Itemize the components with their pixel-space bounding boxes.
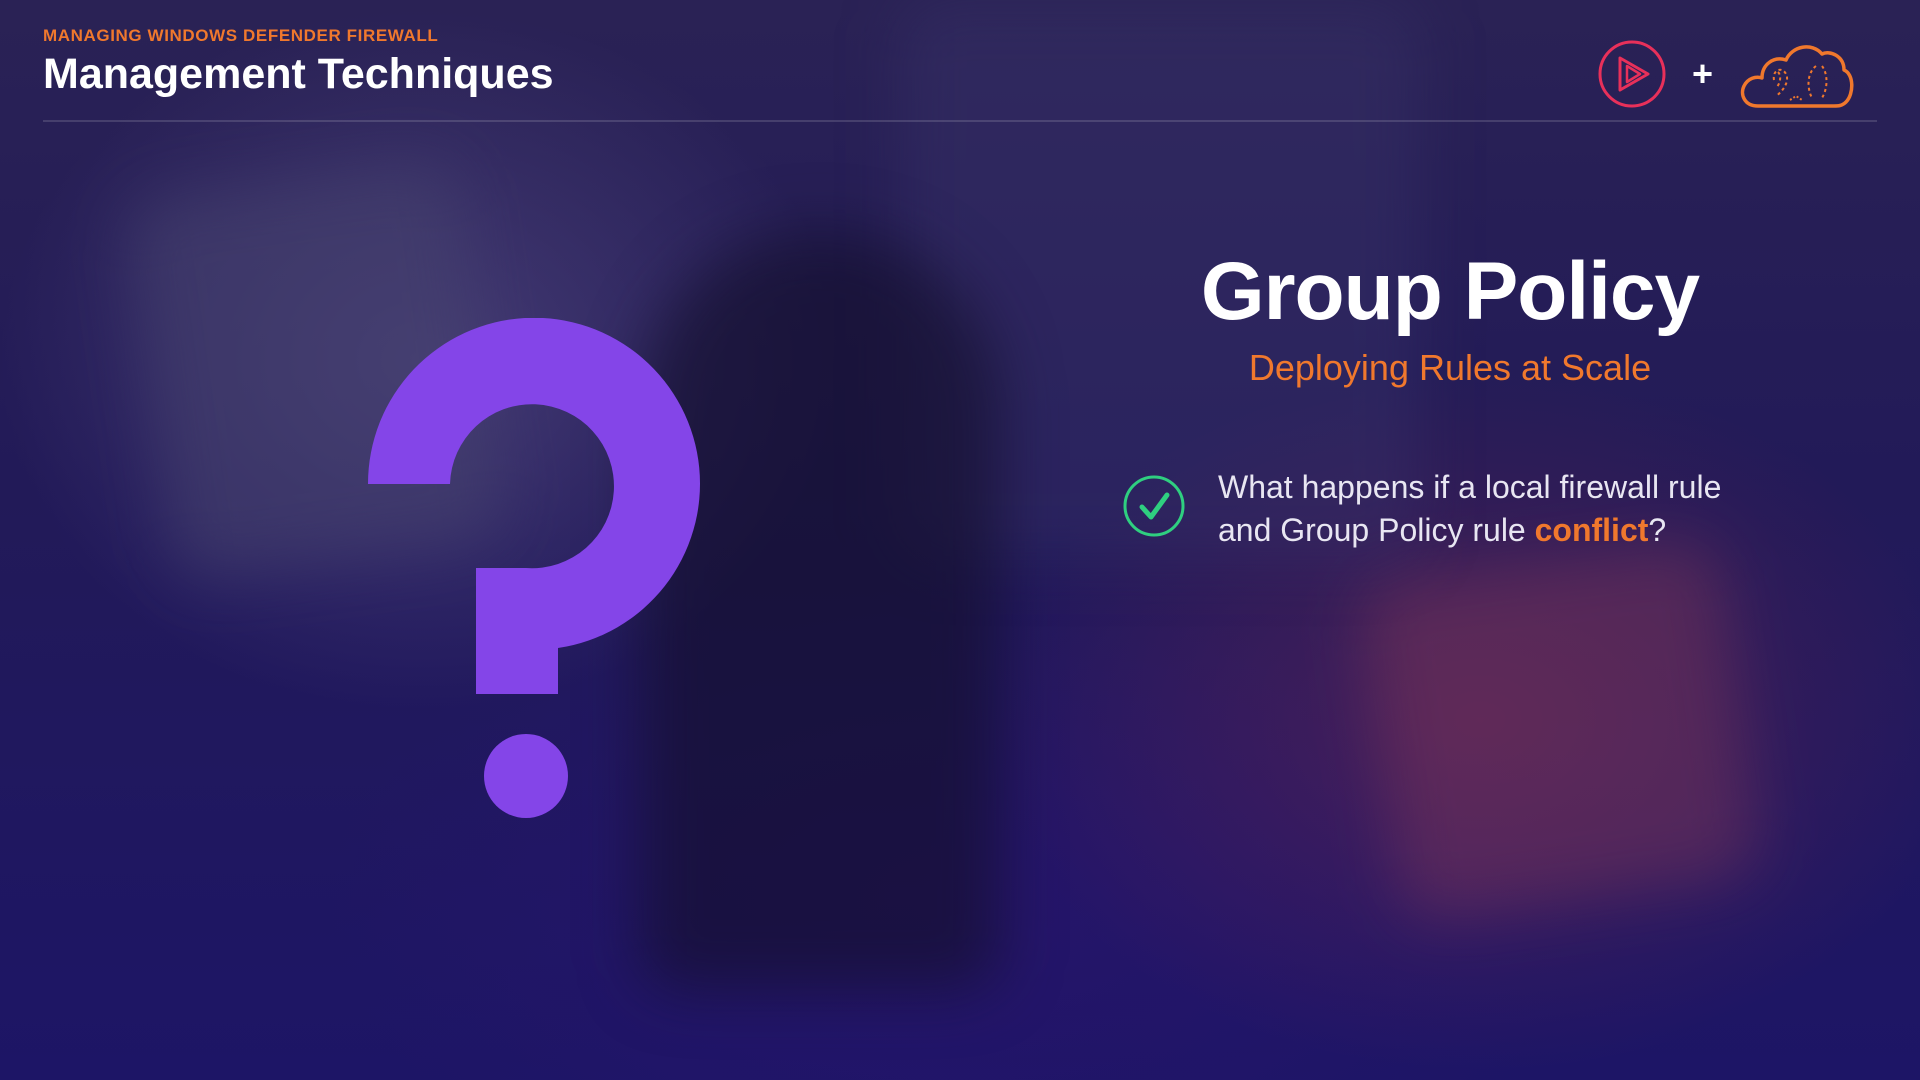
course-eyebrow: MANAGING WINDOWS DEFENDER FIREWALL bbox=[43, 26, 439, 45]
section-title: Group Policy bbox=[1200, 246, 1700, 337]
header-divider bbox=[43, 120, 1877, 122]
slide-canvas: MANAGING WINDOWS DEFENDER FIREWALL Manag… bbox=[0, 0, 1920, 1080]
cloud-logo-icon bbox=[1740, 45, 1854, 108]
play-logo-icon bbox=[1598, 40, 1666, 108]
bullet-text-after: ? bbox=[1648, 512, 1667, 548]
logo-plus-sign: + bbox=[1692, 53, 1714, 94]
bullet-text: What happens if a local firewall rule and… bbox=[1218, 466, 1818, 552]
bullet-emphasis: conflict bbox=[1534, 512, 1649, 548]
bullet-text-line-1: What happens if a local firewall rule bbox=[1218, 469, 1722, 505]
slide-header: MANAGING WINDOWS DEFENDER FIREWALL Manag… bbox=[43, 26, 554, 100]
page-title: Management Techniques bbox=[43, 50, 554, 98]
section-subtitle: Deploying Rules at Scale bbox=[1248, 347, 1652, 388]
brand-logos: + bbox=[1596, 36, 1856, 112]
question-mark-icon bbox=[368, 318, 700, 818]
slide-content: Group Policy Deploying Rules at Scale bbox=[1100, 246, 1800, 390]
bullet-item: What happens if a local firewall rule and… bbox=[1122, 466, 1822, 566]
background-monitor bbox=[1358, 536, 1762, 924]
checkmark-circle-icon bbox=[1123, 475, 1185, 537]
bullet-text-before: and Group Policy rule bbox=[1218, 512, 1535, 548]
